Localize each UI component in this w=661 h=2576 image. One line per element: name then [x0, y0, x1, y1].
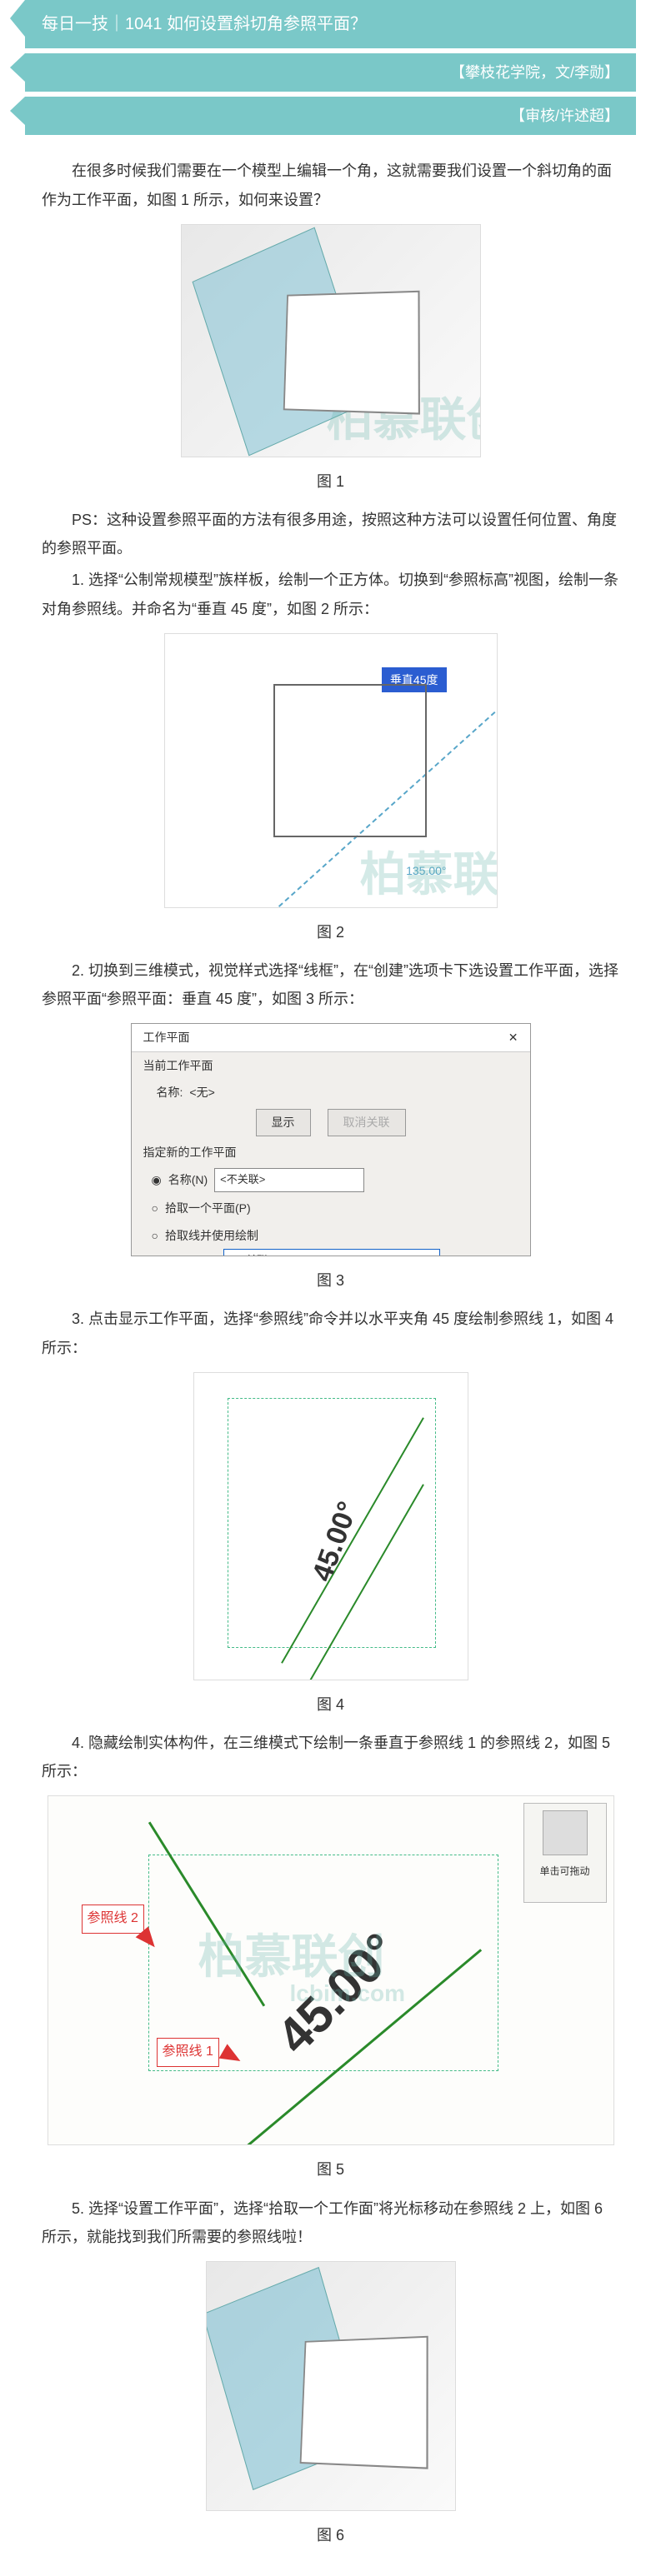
radio-line-icon[interactable]: ○: [152, 1225, 158, 1247]
name-label: 名称:: [157, 1081, 183, 1104]
step-1: 1. 选择“公制常规模型”族样板，绘制一个正方体。切换到“参照标高”视图，绘制一…: [42, 566, 619, 622]
article-body: 在很多时候我们需要在一个模型上编辑一个角，这就需要我们设置一个斜切角的面作为工作…: [0, 140, 661, 2576]
view-cube-hint: 单击可拖动: [524, 1862, 606, 1881]
plane-dropdown-list[interactable]: <不关联> 参照平面 : 中心(前/后) 参照平面 : 中心(左/右) 参照平面…: [223, 1249, 440, 1256]
cut-plane-illustration: [192, 227, 371, 456]
figure-1: 柏慕联创: [181, 224, 481, 457]
intro-paragraph: 在很多时候我们需要在一个模型上编辑一个角，这就需要我们设置一个斜切角的面作为工作…: [42, 157, 619, 213]
step-4: 4. 隐藏绘制实体构件，在三维模式下绘制一条垂直于参照线 1 的参照线 2，如图…: [42, 1729, 619, 1785]
specify-new-wp-label: 指定新的工作平面: [143, 1141, 237, 1164]
radio-line-label: 拾取线并使用绘制: [165, 1225, 258, 1247]
reviewer-bar: 【审核/许述超】: [25, 97, 636, 135]
reviewer-line: 【审核/许述超】: [510, 107, 619, 124]
name-value: <无>: [189, 1081, 214, 1104]
radio-pick-label: 拾取一个平面(P): [165, 1197, 251, 1220]
list-item[interactable]: <不关联>: [224, 1250, 439, 1256]
figure-1-caption: 图 1: [42, 467, 619, 496]
figure-2: 垂直45度 135.00° 柏慕联创: [164, 633, 498, 908]
step-2: 2. 切换到三维模式，视觉样式选择“线框”，在“创建”选项卡下选设置工作平面，选…: [42, 956, 619, 1013]
view-cube-panel[interactable]: 单击可拖动: [523, 1803, 607, 1903]
dialog-title: 工作平面: [143, 1026, 190, 1049]
diagonal-ref-line: [184, 711, 495, 908]
figure-6-caption: 图 6: [42, 2521, 619, 2549]
tag-ref-line-2: 参照线 2: [82, 1905, 144, 1933]
radio-name-icon[interactable]: ◉: [152, 1169, 162, 1191]
figure-5: 45.00° 参照线 2 参照线 1 单击可拖动 柏慕联创 lcbim.com: [48, 1795, 614, 2145]
tag-ref-line-1: 参照线 1: [157, 2038, 219, 2066]
figure-4: 45.00°: [193, 1372, 468, 1680]
show-button[interactable]: 显示: [256, 1109, 311, 1136]
radio-pick-icon[interactable]: ○: [152, 1197, 158, 1220]
radio-name-label: 名称(N): [168, 1169, 208, 1191]
figure-2-caption: 图 2: [42, 918, 619, 946]
ps-paragraph: PS：这种设置参照平面的方法有很多用途，按照这种方法可以设置任何位置、角度的参照…: [42, 506, 619, 562]
name-combo[interactable]: <不关联>: [214, 1168, 364, 1192]
figure-3-work-plane-dialog: 工作平面 ✕ 当前工作平面 名称: <无> 显示 取消关联 指定新的工作平面 ◉…: [131, 1023, 531, 1256]
figure-5-caption: 图 5: [42, 2155, 619, 2184]
angle-readout: 135.00°: [406, 860, 446, 882]
figure-3-caption: 图 3: [42, 1266, 619, 1295]
ref-plane-label: 垂直45度: [382, 667, 447, 693]
figure-6: [206, 2261, 456, 2511]
step-5: 5. 选择“设置工作平面”，选择“拾取一个工作面”将光标移动在参照线 2 上，如…: [42, 2194, 619, 2251]
author-line: 【攀枝花学院，文/李勋】: [450, 64, 619, 81]
dissociate-button[interactable]: 取消关联: [328, 1109, 406, 1136]
view-cube-icon[interactable]: [543, 1810, 588, 1855]
step-3: 3. 点击显示工作平面，选择“参照线”命令并以水平夹角 45 度绘制参照线 1，…: [42, 1305, 619, 1361]
author-bar: 【攀枝花学院，文/李勋】: [25, 53, 636, 92]
current-wp-label: 当前工作平面: [143, 1055, 213, 1077]
result-plane: [206, 2267, 369, 2490]
page-title: 每日一技｜1041 如何设置斜切角参照平面？: [42, 15, 367, 33]
watermark-text: 柏慕联创: [327, 376, 481, 457]
close-icon[interactable]: ✕: [508, 1026, 518, 1049]
figure-4-caption: 图 4: [42, 1690, 619, 1719]
title-bar: 每日一技｜1041 如何设置斜切角参照平面？: [25, 0, 636, 48]
